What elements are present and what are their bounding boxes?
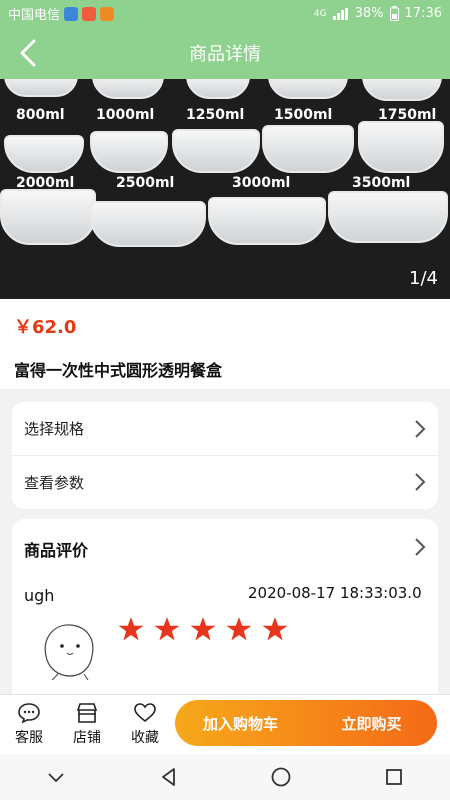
back-icon[interactable] bbox=[14, 37, 44, 69]
carrier-name: 中国电信 bbox=[8, 8, 61, 23]
header: 商品详情 bbox=[0, 27, 450, 79]
container-image bbox=[262, 125, 354, 173]
chevron-right-icon[interactable] bbox=[412, 536, 428, 558]
video-app-icon bbox=[100, 6, 115, 21]
container-image bbox=[0, 189, 96, 245]
product-name: 富得一次性中式圆形透明餐盒 bbox=[14, 361, 223, 380]
product-info: ￥62.0 富得一次性中式圆形透明餐盒 bbox=[0, 299, 450, 389]
capacity-label: 2500ml bbox=[116, 175, 175, 191]
chevron-right-icon bbox=[415, 473, 426, 491]
battery-icon bbox=[389, 6, 399, 21]
capacity-label: 3500ml bbox=[352, 175, 411, 191]
reviewer-name: ugh bbox=[24, 586, 55, 605]
chevron-right-icon bbox=[415, 419, 426, 438]
shop-label: 店铺 bbox=[73, 730, 101, 746]
recents-square-icon[interactable] bbox=[381, 764, 407, 790]
system-nav-bar bbox=[0, 754, 450, 800]
status-bar: 中国电信 4G 38% 17:36 bbox=[0, 0, 450, 27]
view-params-label: 查看参数 bbox=[24, 473, 85, 492]
customer-service-button[interactable]: 客服 bbox=[4, 701, 54, 747]
review-date: 2020-08-17 18:33:03.0 bbox=[248, 584, 422, 602]
shield-app-icon bbox=[64, 6, 79, 21]
store-icon bbox=[76, 703, 98, 723]
product-price: ￥62.0 bbox=[14, 317, 77, 338]
container-image bbox=[186, 79, 250, 99]
container-image bbox=[4, 135, 84, 173]
customer-service-label: 客服 bbox=[15, 730, 43, 746]
capacity-label: 1250ml bbox=[186, 107, 245, 123]
home-circle-icon[interactable] bbox=[268, 764, 294, 790]
reviews-title: 商品评价 bbox=[24, 541, 89, 560]
star-icon bbox=[154, 617, 180, 641]
clock: 17:36 bbox=[404, 6, 442, 21]
chevron-down-icon[interactable] bbox=[43, 764, 69, 790]
container-image bbox=[362, 79, 442, 101]
add-to-cart-button[interactable]: 加入购物车 bbox=[175, 713, 306, 734]
reviewer-avatar bbox=[44, 624, 94, 681]
star-icon bbox=[118, 617, 144, 641]
container-image bbox=[268, 79, 348, 99]
carousel-pager: 1/4 bbox=[409, 268, 438, 289]
star-icon bbox=[262, 617, 288, 641]
shop-button[interactable]: 店铺 bbox=[62, 701, 112, 747]
signal-icon bbox=[332, 7, 348, 20]
container-image bbox=[328, 191, 448, 243]
map-app-icon bbox=[82, 6, 97, 21]
star-icon bbox=[190, 617, 216, 641]
options-card: 选择规格 查看参数 bbox=[12, 402, 438, 509]
view-params-row[interactable]: 查看参数 bbox=[12, 455, 438, 508]
container-image bbox=[4, 79, 78, 97]
back-triangle-icon[interactable] bbox=[156, 764, 182, 790]
select-spec-label: 选择规格 bbox=[24, 420, 85, 438]
network-type: 4G bbox=[313, 8, 327, 19]
heart-icon bbox=[134, 703, 156, 723]
favorite-button[interactable]: 收藏 bbox=[120, 701, 170, 747]
chat-bubble-icon bbox=[18, 703, 40, 724]
capacity-label: 1500ml bbox=[274, 107, 333, 123]
capacity-label: 800ml bbox=[16, 107, 65, 123]
container-image bbox=[358, 121, 444, 173]
capacity-label: 1000ml bbox=[96, 107, 155, 123]
capacity-label: 3000ml bbox=[232, 175, 291, 191]
product-image-carousel[interactable]: 800ml 1000ml 1250ml 1500ml 1750ml 2000ml… bbox=[0, 79, 450, 299]
battery-percentage: 38% bbox=[354, 6, 384, 21]
buy-now-button[interactable]: 立即购买 bbox=[306, 713, 437, 734]
cart-buy-pill: 加入购物车 立即购买 bbox=[175, 700, 437, 746]
container-image bbox=[208, 197, 326, 245]
container-image bbox=[90, 201, 206, 247]
select-spec-row[interactable]: 选择规格 bbox=[12, 402, 438, 455]
favorite-label: 收藏 bbox=[131, 730, 159, 746]
container-image bbox=[90, 131, 168, 173]
page-title: 商品详情 bbox=[189, 44, 261, 65]
container-image bbox=[172, 129, 260, 173]
star-icon bbox=[226, 617, 252, 641]
rating-stars bbox=[118, 616, 288, 642]
container-image bbox=[92, 79, 164, 99]
